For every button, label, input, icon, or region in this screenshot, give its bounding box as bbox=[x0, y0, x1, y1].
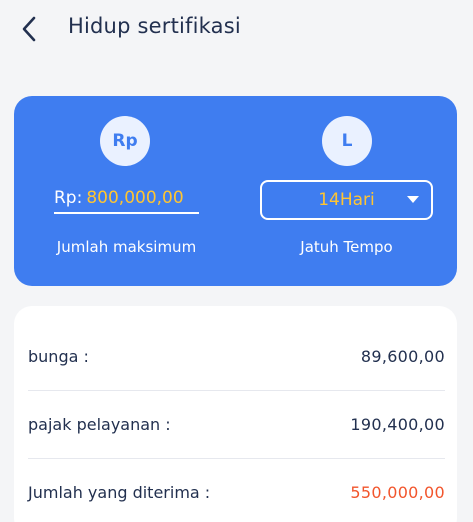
back-button[interactable] bbox=[14, 14, 44, 44]
service-tax-label: pajak pelayanan : bbox=[28, 415, 171, 434]
header-bar: Hidup sertifikasi bbox=[0, 0, 473, 60]
page-title: Hidup sertifikasi bbox=[68, 14, 241, 38]
received-amount-label: Jumlah yang diterima : bbox=[28, 483, 211, 502]
term-dropdown[interactable]: 14Hari bbox=[260, 180, 433, 220]
chevron-left-icon bbox=[22, 16, 36, 42]
interest-label: bunga : bbox=[28, 346, 89, 366]
amount-currency-prefix: Rp: bbox=[54, 188, 83, 208]
loan-calculator-card: Rp L Rp: 800,000,00 14Hari Jumlah maksim… bbox=[14, 96, 457, 286]
service-tax-row: pajak pelayanan : 190,400,00 bbox=[28, 390, 445, 458]
due-date-label: Jatuh Tempo bbox=[300, 238, 393, 256]
amount-input[interactable]: Rp: 800,000,00 bbox=[54, 184, 199, 214]
term-selected-value: 14Hari bbox=[318, 190, 375, 210]
interest-value: 89,600,00 bbox=[360, 346, 445, 366]
rupiah-icon: Rp bbox=[100, 116, 150, 166]
summary-card: bunga : 89,600,00 pajak pelayanan : 190,… bbox=[14, 306, 457, 522]
received-amount-row: Jumlah yang diterima : 550,000,00 bbox=[28, 458, 445, 522]
service-tax-value: 190,400,00 bbox=[350, 415, 445, 434]
caret-down-icon bbox=[407, 196, 419, 203]
amount-value: 800,000,00 bbox=[86, 188, 184, 208]
received-amount-value: 550,000,00 bbox=[350, 483, 445, 502]
max-amount-label: Jumlah maksimum bbox=[56, 238, 197, 256]
interest-row: bunga : 89,600,00 bbox=[28, 322, 445, 390]
term-icon: L bbox=[322, 116, 372, 166]
